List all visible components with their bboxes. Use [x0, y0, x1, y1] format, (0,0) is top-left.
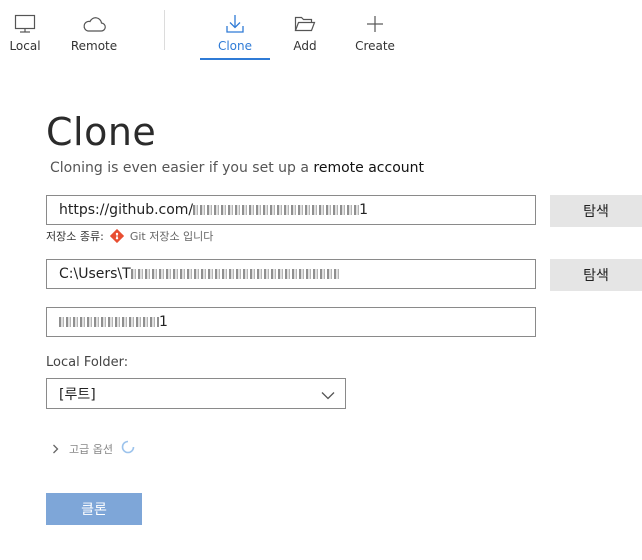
loading-spinner-icon	[121, 440, 135, 457]
advanced-options-label: 고급 옵션	[69, 442, 113, 456]
toolbar: Local Remote Clone Add Create	[0, 0, 642, 60]
source-url-input[interactable]: https://github.com/1	[46, 195, 536, 225]
repo-type-indicator: 저장소 종류: Git 저장소 입니다	[46, 228, 213, 244]
toolbar-remote-button[interactable]: Remote	[59, 0, 129, 60]
toolbar-create-button[interactable]: Create	[340, 0, 410, 60]
destination-path-input[interactable]: C:\Users\T	[46, 259, 536, 289]
folder-open-icon	[294, 10, 316, 38]
toolbar-add-button[interactable]: Add	[270, 0, 340, 60]
chevron-down-icon	[321, 388, 335, 404]
page-title: Clone	[46, 110, 157, 154]
redacted-text	[130, 269, 341, 279]
source-url-suffix: 1	[359, 202, 369, 218]
toolbar-clone-button[interactable]: Clone	[200, 0, 270, 60]
active-tab-indicator	[200, 58, 270, 60]
browse-source-button[interactable]: 탐색	[550, 195, 642, 227]
page-subtitle: Cloning is even easier if you set up a r…	[50, 160, 424, 176]
toolbar-local-button[interactable]: Local	[0, 0, 60, 60]
git-icon	[109, 229, 124, 243]
advanced-options-toggle[interactable]: 고급 옵션	[52, 440, 135, 457]
toolbar-local-label: Local	[9, 39, 41, 53]
local-folder-label: Local Folder:	[46, 355, 129, 370]
clone-button[interactable]: 클론	[46, 493, 142, 525]
local-folder-value: [루트]	[59, 387, 96, 403]
toolbar-add-label: Add	[293, 39, 317, 53]
repo-type-value: Git 저장소 입니다	[129, 230, 214, 243]
toolbar-remote-label: Remote	[70, 39, 118, 53]
redacted-text	[193, 205, 360, 215]
toolbar-create-label: Create	[355, 39, 395, 53]
source-url-prefix: https://github.com/	[59, 202, 194, 218]
toolbar-clone-label: Clone	[217, 39, 253, 53]
repo-type-label: 저장소 종류:	[46, 230, 104, 243]
remote-account-link[interactable]: remote account	[313, 160, 424, 176]
toolbar-separator	[164, 10, 165, 50]
destination-path-prefix: C:\Users\T	[59, 266, 131, 282]
monitor-icon	[14, 10, 36, 38]
repository-name-input[interactable]: 1	[46, 307, 536, 337]
chevron-right-icon	[52, 444, 59, 454]
local-folder-select[interactable]: [루트]	[46, 378, 346, 409]
browse-destination-button[interactable]: 탐색	[550, 259, 642, 291]
download-icon	[225, 10, 245, 38]
cloud-icon	[82, 10, 106, 38]
repository-name-suffix: 1	[159, 314, 168, 330]
redacted-text	[59, 317, 159, 327]
subtitle-text: Cloning is even easier if you set up a	[50, 160, 314, 176]
plus-icon	[366, 10, 384, 38]
